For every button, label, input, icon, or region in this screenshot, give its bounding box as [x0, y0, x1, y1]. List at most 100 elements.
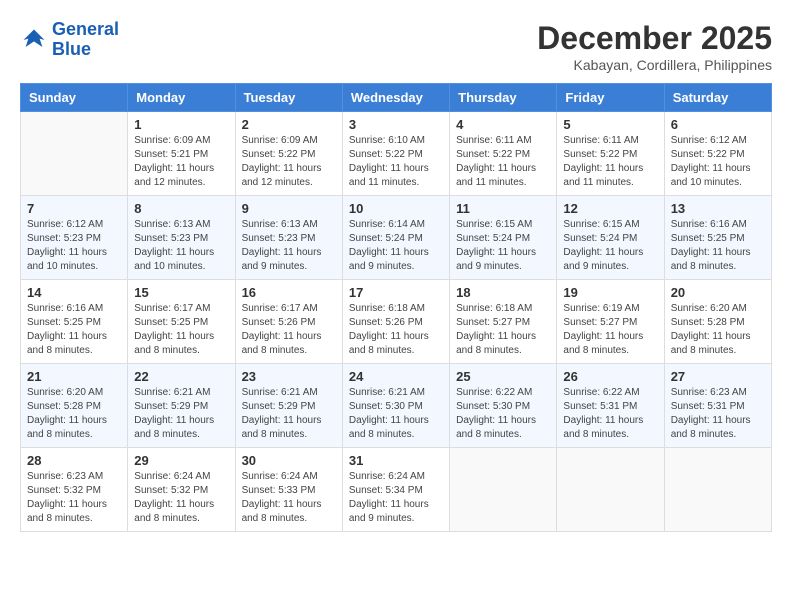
calendar-cell: 9 Sunrise: 6:13 AM Sunset: 5:23 PM Daylig…	[235, 196, 342, 280]
day-number: 14	[27, 285, 121, 300]
day-info: Sunrise: 6:21 AM Sunset: 5:29 PM Dayligh…	[134, 386, 228, 442]
day-info: Sunrise: 6:19 AM Sunset: 5:27 PM Dayligh…	[563, 302, 657, 358]
day-number: 5	[563, 117, 657, 132]
calendar-cell: 19Sunrise: 6:19 AM Sunset: 5:27 PM Dayli…	[557, 280, 664, 364]
day-info: Sunrise: 6:18 AM Sunset: 5:27 PM Dayligh…	[456, 302, 550, 358]
calendar-header-row: SundayMondayTuesdayWednesdayThursdayFrid…	[21, 84, 772, 112]
day-info: Sunrise: 6:12 AM Sunset: 5:22 PM Dayligh…	[671, 134, 765, 190]
day-info: Sunrise: 6:24 AM Sunset: 5:33 PM Dayligh…	[242, 470, 336, 526]
day-info: Sunrise: 6:11 AM Sunset: 5:22 PM Dayligh…	[456, 134, 550, 190]
day-info: Sunrise: 6:14 AM Sunset: 5:24 PM Dayligh…	[349, 218, 443, 274]
day-info: Sunrise: 6:13 AM Sunset: 5:23 PM Dayligh…	[242, 218, 336, 274]
day-number: 29	[134, 453, 228, 468]
calendar-cell: 26Sunrise: 6:22 AM Sunset: 5:31 PM Dayli…	[557, 364, 664, 448]
calendar-cell: 20Sunrise: 6:20 AM Sunset: 5:28 PM Dayli…	[664, 280, 771, 364]
logo: General Blue	[20, 20, 119, 60]
day-info: Sunrise: 6:17 AM Sunset: 5:26 PM Dayligh…	[242, 302, 336, 358]
calendar-cell: 16 Sunrise: 6:17 AM Sunset: 5:26 PM Dayli…	[235, 280, 342, 364]
day-info: Sunrise: 6:11 AM Sunset: 5:22 PM Dayligh…	[563, 134, 657, 190]
calendar-cell: 14 Sunrise: 6:16 AM Sunset: 5:25 PM Dayli…	[21, 280, 128, 364]
day-number: 3	[349, 117, 443, 132]
calendar-cell: 17Sunrise: 6:18 AM Sunset: 5:26 PM Dayli…	[342, 280, 449, 364]
calendar-cell: 12 Sunrise: 6:15 AM Sunset: 5:24 PM Dayli…	[557, 196, 664, 280]
day-info: Sunrise: 6:09 AM Sunset: 5:21 PM Dayligh…	[134, 134, 228, 190]
day-number: 1	[134, 117, 228, 132]
calendar-cell: 3 Sunrise: 6:10 AM Sunset: 5:22 PM Daylig…	[342, 112, 449, 196]
calendar-cell: 25 Sunrise: 6:22 AM Sunset: 5:30 PM Dayli…	[450, 364, 557, 448]
location-subtitle: Kabayan, Cordillera, Philippines	[537, 57, 772, 73]
day-info: Sunrise: 6:10 AM Sunset: 5:22 PM Dayligh…	[349, 134, 443, 190]
day-number: 4	[456, 117, 550, 132]
day-number: 11	[456, 201, 550, 216]
day-number: 20	[671, 285, 765, 300]
month-title: December 2025	[537, 20, 772, 57]
calendar-cell	[21, 112, 128, 196]
calendar-cell: 10 Sunrise: 6:14 AM Sunset: 5:24 PM Dayli…	[342, 196, 449, 280]
calendar-cell: 13Sunrise: 6:16 AM Sunset: 5:25 PM Dayli…	[664, 196, 771, 280]
logo-line2: Blue	[52, 39, 91, 59]
day-info: Sunrise: 6:21 AM Sunset: 5:30 PM Dayligh…	[349, 386, 443, 442]
day-number: 12	[563, 201, 657, 216]
calendar-cell: 1 Sunrise: 6:09 AM Sunset: 5:21 PM Daylig…	[128, 112, 235, 196]
day-info: Sunrise: 6:23 AM Sunset: 5:31 PM Dayligh…	[671, 386, 765, 442]
day-info: Sunrise: 6:23 AM Sunset: 5:32 PM Dayligh…	[27, 470, 121, 526]
calendar-week-row: 7 Sunrise: 6:12 AM Sunset: 5:23 PM Daylig…	[21, 196, 772, 280]
day-number: 24	[349, 369, 443, 384]
day-info: Sunrise: 6:13 AM Sunset: 5:23 PM Dayligh…	[134, 218, 228, 274]
day-number: 16	[242, 285, 336, 300]
calendar-week-row: 21 Sunrise: 6:20 AM Sunset: 5:28 PM Dayli…	[21, 364, 772, 448]
calendar-cell	[557, 448, 664, 532]
day-info: Sunrise: 6:16 AM Sunset: 5:25 PM Dayligh…	[671, 218, 765, 274]
day-number: 18	[456, 285, 550, 300]
day-number: 25	[456, 369, 550, 384]
page-header: General Blue December 2025 Kabayan, Cord…	[20, 20, 772, 73]
day-info: Sunrise: 6:20 AM Sunset: 5:28 PM Dayligh…	[27, 386, 121, 442]
day-info: Sunrise: 6:22 AM Sunset: 5:31 PM Dayligh…	[563, 386, 657, 442]
weekday-header-wednesday: Wednesday	[342, 84, 449, 112]
day-number: 22	[134, 369, 228, 384]
weekday-header-thursday: Thursday	[450, 84, 557, 112]
day-number: 6	[671, 117, 765, 132]
day-info: Sunrise: 6:22 AM Sunset: 5:30 PM Dayligh…	[456, 386, 550, 442]
day-number: 2	[242, 117, 336, 132]
day-info: Sunrise: 6:09 AM Sunset: 5:22 PM Dayligh…	[242, 134, 336, 190]
day-info: Sunrise: 6:21 AM Sunset: 5:29 PM Dayligh…	[242, 386, 336, 442]
day-number: 28	[27, 453, 121, 468]
calendar-cell: 18 Sunrise: 6:18 AM Sunset: 5:27 PM Dayli…	[450, 280, 557, 364]
calendar-cell: 29 Sunrise: 6:24 AM Sunset: 5:32 PM Dayli…	[128, 448, 235, 532]
calendar-cell: 24 Sunrise: 6:21 AM Sunset: 5:30 PM Dayli…	[342, 364, 449, 448]
calendar-cell: 7 Sunrise: 6:12 AM Sunset: 5:23 PM Daylig…	[21, 196, 128, 280]
day-number: 7	[27, 201, 121, 216]
day-info: Sunrise: 6:16 AM Sunset: 5:25 PM Dayligh…	[27, 302, 121, 358]
calendar-cell: 23Sunrise: 6:21 AM Sunset: 5:29 PM Dayli…	[235, 364, 342, 448]
logo-icon	[20, 26, 48, 54]
calendar-week-row: 14 Sunrise: 6:16 AM Sunset: 5:25 PM Dayli…	[21, 280, 772, 364]
day-number: 17	[349, 285, 443, 300]
day-info: Sunrise: 6:15 AM Sunset: 5:24 PM Dayligh…	[563, 218, 657, 274]
day-number: 10	[349, 201, 443, 216]
calendar-cell: 15Sunrise: 6:17 AM Sunset: 5:25 PM Dayli…	[128, 280, 235, 364]
calendar-cell: 8Sunrise: 6:13 AM Sunset: 5:23 PM Daylig…	[128, 196, 235, 280]
day-info: Sunrise: 6:24 AM Sunset: 5:32 PM Dayligh…	[134, 470, 228, 526]
day-number: 30	[242, 453, 336, 468]
day-info: Sunrise: 6:12 AM Sunset: 5:23 PM Dayligh…	[27, 218, 121, 274]
calendar-cell: 27Sunrise: 6:23 AM Sunset: 5:31 PM Dayli…	[664, 364, 771, 448]
calendar-cell	[450, 448, 557, 532]
calendar-week-row: 1 Sunrise: 6:09 AM Sunset: 5:21 PM Daylig…	[21, 112, 772, 196]
calendar-cell: 28 Sunrise: 6:23 AM Sunset: 5:32 PM Dayli…	[21, 448, 128, 532]
day-number: 21	[27, 369, 121, 384]
calendar-cell: 22 Sunrise: 6:21 AM Sunset: 5:29 PM Dayli…	[128, 364, 235, 448]
calendar-cell: 11Sunrise: 6:15 AM Sunset: 5:24 PM Dayli…	[450, 196, 557, 280]
logo-line1: General	[52, 19, 119, 39]
title-block: December 2025 Kabayan, Cordillera, Phili…	[537, 20, 772, 73]
weekday-header-tuesday: Tuesday	[235, 84, 342, 112]
calendar-cell: 6 Sunrise: 6:12 AM Sunset: 5:22 PM Daylig…	[664, 112, 771, 196]
day-number: 31	[349, 453, 443, 468]
weekday-header-saturday: Saturday	[664, 84, 771, 112]
day-number: 9	[242, 201, 336, 216]
day-info: Sunrise: 6:24 AM Sunset: 5:34 PM Dayligh…	[349, 470, 443, 526]
weekday-header-monday: Monday	[128, 84, 235, 112]
day-info: Sunrise: 6:17 AM Sunset: 5:25 PM Dayligh…	[134, 302, 228, 358]
calendar-table: SundayMondayTuesdayWednesdayThursdayFrid…	[20, 83, 772, 532]
calendar-cell: 5 Sunrise: 6:11 AM Sunset: 5:22 PM Daylig…	[557, 112, 664, 196]
